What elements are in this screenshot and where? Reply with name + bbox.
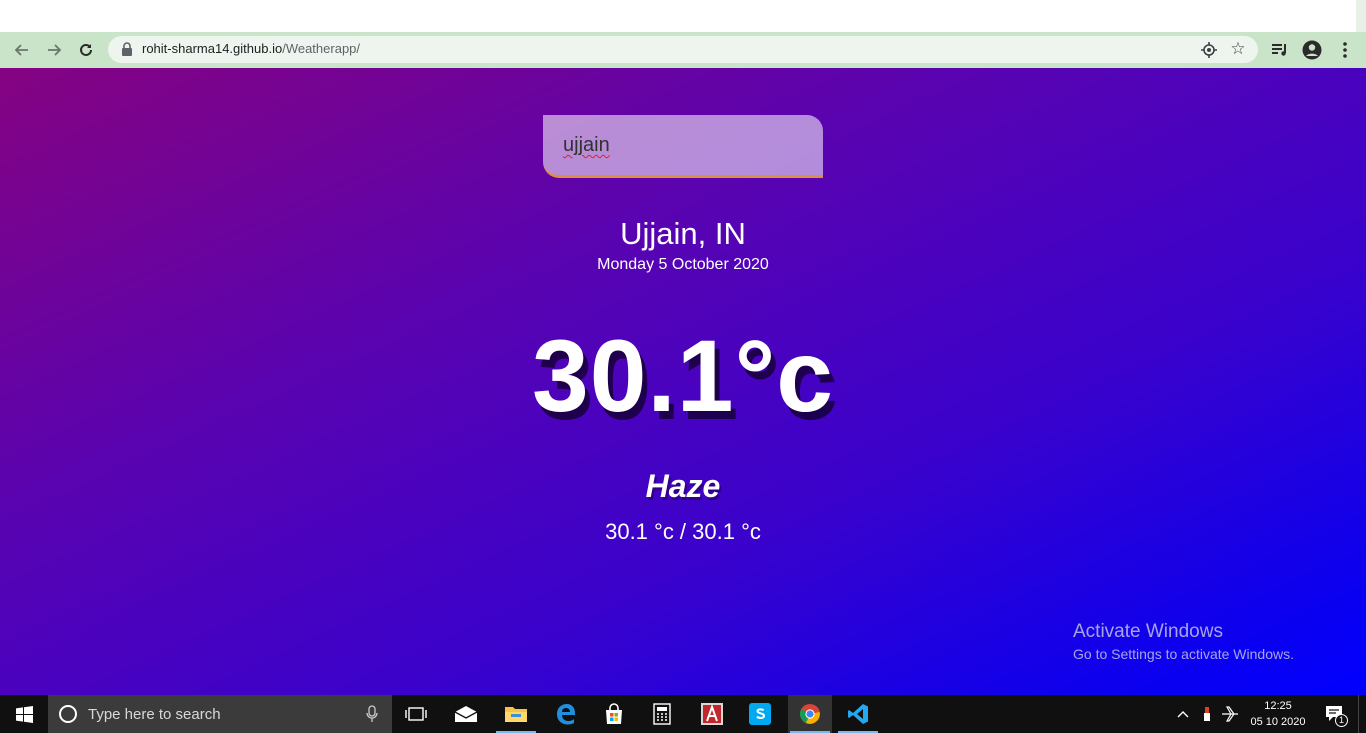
address-url[interactable]: rohit-sharma14.github.io/Weatherapp/ bbox=[142, 41, 360, 56]
taskbar-clock[interactable]: 12:25 05 10 2020 bbox=[1240, 698, 1316, 730]
skype-icon bbox=[749, 703, 771, 725]
taskbar-edge-browser[interactable] bbox=[544, 695, 588, 733]
cortana-circle-icon bbox=[59, 705, 77, 723]
store-bag-icon bbox=[606, 703, 622, 724]
window-title-strip bbox=[0, 0, 1366, 32]
usb-device-icon bbox=[1204, 707, 1210, 721]
location-target-icon[interactable] bbox=[1200, 41, 1218, 59]
back-button[interactable] bbox=[8, 36, 36, 64]
taskbar-file-explorer[interactable] bbox=[494, 695, 538, 733]
folder-icon bbox=[505, 707, 527, 722]
playlist-icon bbox=[1272, 44, 1286, 56]
url-path: /Weatherapp/ bbox=[282, 41, 361, 56]
temperature-range: 30.1 °c / 30.1 °c bbox=[605, 519, 761, 544]
taskbar-calculator[interactable] bbox=[640, 695, 684, 733]
taskbar-search-box[interactable]: Type here to search bbox=[48, 695, 392, 733]
watermark-title: Activate Windows bbox=[1073, 621, 1223, 642]
taskbar-search-placeholder: Type here to search bbox=[88, 706, 221, 723]
show-hidden-icons-button[interactable] bbox=[1172, 695, 1194, 733]
lock-icon bbox=[122, 42, 132, 56]
windows-logo-icon bbox=[15, 705, 33, 723]
vscode-icon bbox=[848, 704, 868, 724]
edge-icon bbox=[557, 704, 575, 725]
taskbar-store-app[interactable] bbox=[592, 695, 636, 733]
taskbar-chrome-browser[interactable] bbox=[788, 695, 832, 733]
reload-icon bbox=[80, 43, 92, 56]
tray-app-icon[interactable] bbox=[1198, 695, 1216, 733]
clock-time: 12:25 bbox=[1264, 700, 1292, 712]
scrollbar-edge bbox=[1356, 0, 1366, 32]
autocad-icon bbox=[701, 703, 723, 725]
notification-count-badge: 1 bbox=[1335, 714, 1348, 727]
weather-condition: Haze bbox=[645, 468, 721, 504]
taskbar-skype-app[interactable] bbox=[738, 695, 782, 733]
task-view-button[interactable] bbox=[394, 695, 438, 733]
url-host: rohit-sharma14.github.io bbox=[142, 41, 283, 56]
start-button[interactable] bbox=[0, 695, 48, 733]
chevron-up-icon bbox=[1177, 711, 1189, 718]
taskbar-mail-app[interactable] bbox=[444, 695, 488, 733]
weather-app-page: ujjain Ujjain, IN Monday 5 October 2020 … bbox=[0, 68, 1366, 695]
forward-button[interactable] bbox=[40, 36, 68, 64]
account-icon bbox=[1302, 40, 1322, 60]
chrome-icon bbox=[800, 704, 820, 724]
airplane-icon bbox=[1222, 706, 1238, 722]
bookmark-star-icon[interactable]: ☆ bbox=[1228, 39, 1248, 59]
microphone-icon[interactable] bbox=[366, 705, 378, 723]
taskbar-vscode-app[interactable] bbox=[836, 695, 880, 733]
show-desktop-button[interactable] bbox=[1358, 695, 1366, 733]
current-date: Monday 5 October 2020 bbox=[597, 256, 769, 273]
temperature-display: 30.1°c bbox=[531, 319, 835, 433]
arrow-left-icon bbox=[14, 44, 28, 56]
task-view-icon bbox=[405, 707, 427, 721]
more-vertical-icon bbox=[1343, 42, 1347, 58]
profile-button[interactable] bbox=[1298, 36, 1326, 64]
airplane-mode-button[interactable] bbox=[1218, 695, 1242, 733]
activate-windows-watermark: Activate Windows Go to Settings to activ… bbox=[1073, 621, 1294, 662]
action-center-button[interactable]: 1 bbox=[1320, 695, 1350, 733]
media-control-button[interactable] bbox=[1266, 36, 1294, 64]
calculator-icon bbox=[653, 703, 671, 725]
location-title: Ujjain, IN bbox=[620, 216, 746, 251]
menu-button[interactable] bbox=[1331, 36, 1359, 64]
browser-toolbar: rohit-sharma14.github.io/Weatherapp/ ☆ bbox=[0, 32, 1366, 68]
arrow-right-icon bbox=[48, 44, 62, 56]
address-bar[interactable]: rohit-sharma14.github.io/Weatherapp/ ☆ bbox=[108, 36, 1258, 63]
clock-date: 05 10 2020 bbox=[1250, 716, 1306, 728]
mail-icon bbox=[454, 706, 478, 722]
watermark-subtitle: Go to Settings to activate Windows. bbox=[1073, 646, 1294, 662]
reload-button[interactable] bbox=[72, 36, 100, 64]
taskbar-autocad-app[interactable] bbox=[690, 695, 734, 733]
city-search-value: ujjain bbox=[563, 134, 610, 156]
windows-taskbar: Type here to search 12:25 05 10 2020 1 bbox=[0, 695, 1366, 733]
